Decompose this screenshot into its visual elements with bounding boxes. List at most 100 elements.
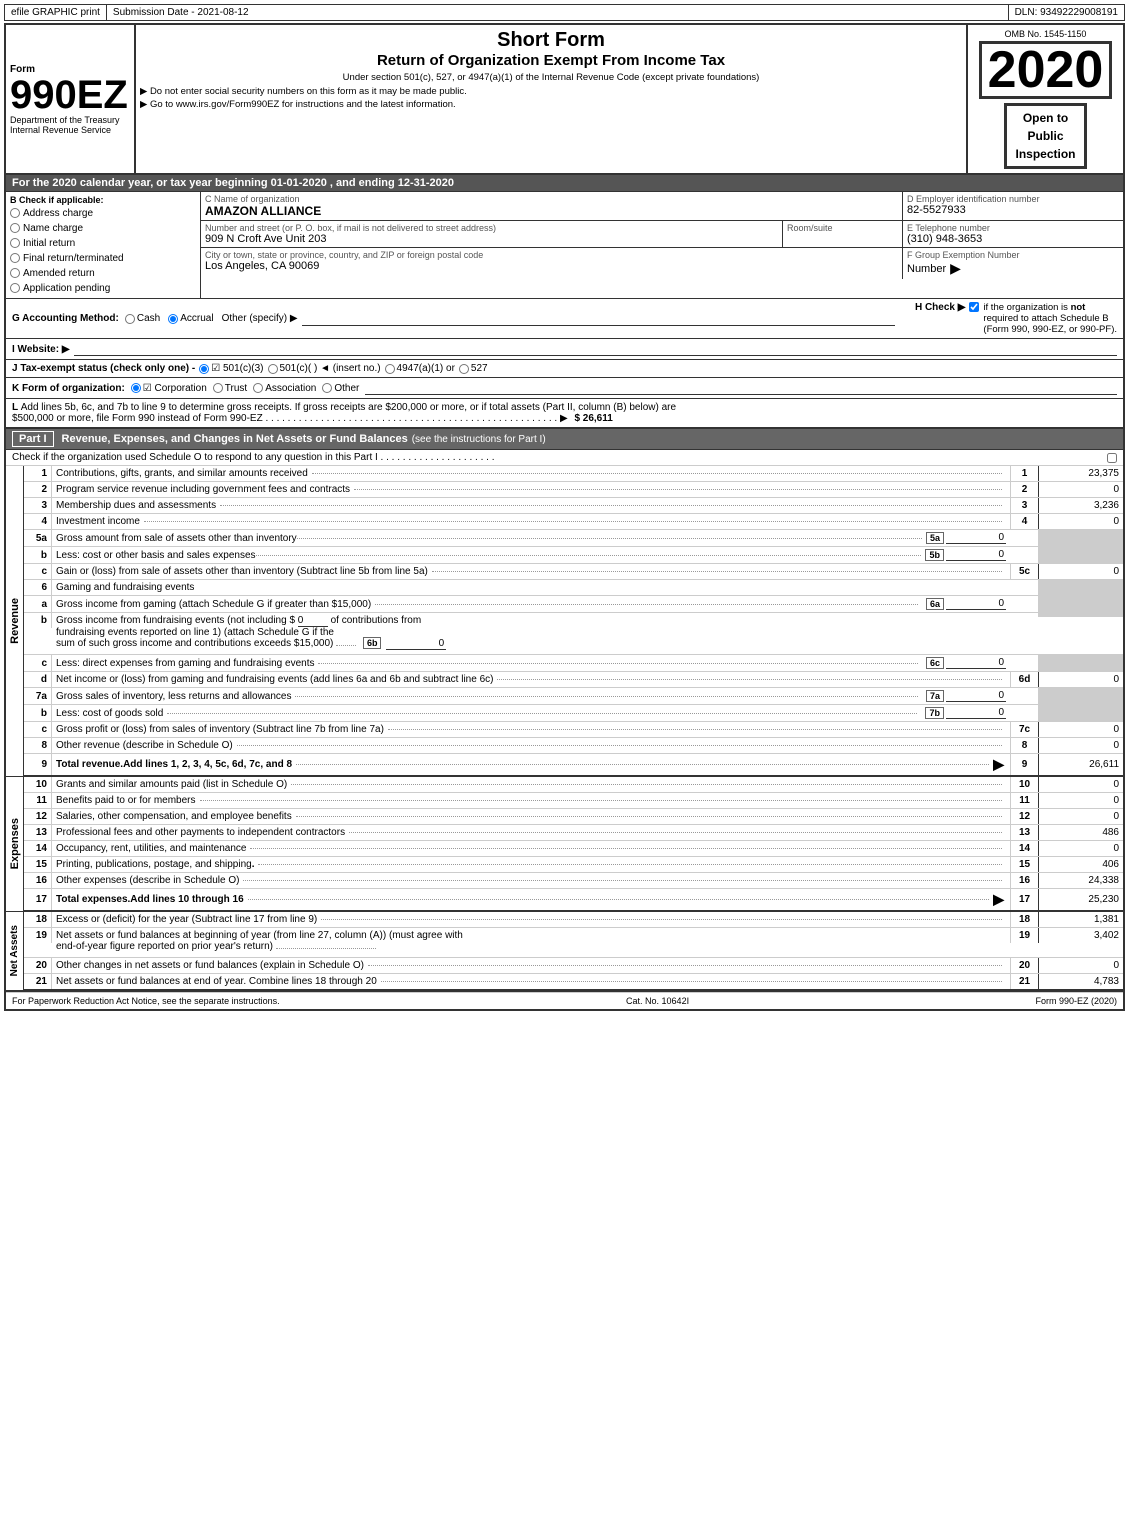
other-field[interactable] — [302, 312, 895, 326]
501c-label: 501(c)( ) ◄ (insert no.) — [280, 363, 381, 374]
line-14-desc: Occupancy, rent, utilities, and maintena… — [52, 841, 1010, 856]
initial-return-row[interactable]: Initial return — [8, 236, 198, 251]
right-header-section: OMB No. 1545-1150 2020 Open to Public In… — [968, 25, 1123, 173]
expenses-lines: 10 Grants and similar amounts paid (list… — [24, 777, 1123, 911]
line-6d: d Net income or (loss) from gaming and f… — [24, 672, 1123, 688]
4947a1-radio[interactable] — [385, 364, 395, 374]
line-11-num: 11 — [24, 793, 52, 808]
line-6c-num: c — [24, 655, 52, 671]
expenses-label: Expenses — [9, 818, 21, 869]
other-label: Other (specify) ▶ — [222, 313, 298, 324]
accrual-option[interactable]: Accrual — [168, 313, 213, 324]
initial-return-radio[interactable] — [10, 238, 20, 248]
line-6b-desc: Gross income from fundraising events (no… — [52, 613, 1010, 652]
h-check-section: H Check ▶ if the organization is notrequ… — [915, 302, 1117, 335]
assoc-option[interactable]: Association — [253, 383, 316, 394]
accrual-radio[interactable] — [168, 314, 178, 324]
line-6b: b Gross income from fundraising events (… — [24, 613, 1123, 655]
amended-return-radio[interactable] — [10, 268, 20, 278]
corp-option[interactable]: ☑ Corporation — [131, 383, 207, 394]
line-13-num: 13 — [24, 825, 52, 840]
line-10-ref: 10 — [1010, 777, 1038, 792]
website-label: I Website: ▶ — [12, 344, 70, 355]
other-org-radio[interactable] — [322, 383, 332, 393]
cash-label: Cash — [137, 313, 160, 324]
street-value: 909 N Croft Ave Unit 203 — [205, 233, 778, 245]
trust-radio[interactable] — [213, 383, 223, 393]
name-change-row[interactable]: Name charge — [8, 221, 198, 236]
other-org-option[interactable]: Other — [322, 383, 359, 394]
501c-radio[interactable] — [268, 364, 278, 374]
line-19: 19 Net assets or fund balances at beginn… — [24, 928, 1123, 958]
527-option[interactable]: 527 — [459, 363, 488, 374]
revenue-label-cell: Revenue — [6, 466, 24, 776]
line-5c-ref: 5c — [1010, 564, 1038, 579]
address-change-row[interactable]: Address charge — [8, 206, 198, 221]
city-value: Los Angeles, CA 90069 — [205, 260, 898, 272]
h-checkbox[interactable] — [969, 302, 979, 312]
527-radio[interactable] — [459, 364, 469, 374]
line-6-amt-shaded — [1038, 580, 1123, 595]
line-9: 9 Total revenue. Add lines 1, 2, 3, 4, 5… — [24, 754, 1123, 776]
line-4-ref: 4 — [1010, 514, 1038, 529]
line-5c: c Gain or (loss) from sale of assets oth… — [24, 564, 1123, 580]
name-change-radio[interactable] — [10, 223, 20, 233]
room-label: Room/suite — [787, 223, 898, 233]
application-pending-radio[interactable] — [10, 283, 20, 293]
line-20: 20 Other changes in net assets or fund b… — [24, 958, 1123, 974]
trust-option[interactable]: Trust — [213, 383, 247, 394]
501c3-radio[interactable] — [199, 364, 209, 374]
line-5a-num: 5a — [24, 530, 52, 546]
tax-year-row: For the 2020 calendar year, or tax year … — [6, 175, 1123, 192]
line-5b-amt-shaded — [1038, 547, 1123, 563]
line-18-num: 18 — [24, 912, 52, 927]
line-17-amt: 25,230 — [1038, 889, 1123, 910]
line-6: 6 Gaming and fundraising events — [24, 580, 1123, 596]
schedule-o-checkbox[interactable] — [1107, 453, 1117, 463]
accounting-method-row: G Accounting Method: Cash Accrual Other … — [6, 299, 1123, 339]
line-16: 16 Other expenses (describe in Schedule … — [24, 873, 1123, 889]
line-1: 1 Contributions, gifts, grants, and simi… — [24, 466, 1123, 482]
org-city-row: City or town, state or province, country… — [201, 248, 1123, 279]
final-return-radio[interactable] — [10, 253, 20, 263]
application-pending-row[interactable]: Application pending — [8, 281, 198, 296]
paperwork-notice: For Paperwork Reduction Act Notice, see … — [12, 996, 280, 1006]
line-12: 12 Salaries, other compensation, and emp… — [24, 809, 1123, 825]
cash-radio[interactable] — [125, 314, 135, 324]
other-org-field[interactable] — [365, 381, 1117, 395]
line-6d-ref: 6d — [1010, 672, 1038, 687]
501c-option[interactable]: 501(c)( ) ◄ (insert no.) — [268, 363, 381, 374]
line-10: 10 Grants and similar amounts paid (list… — [24, 777, 1123, 793]
line-6b-num: b — [24, 613, 52, 628]
trust-label: Trust — [225, 383, 247, 394]
amended-return-row[interactable]: Amended return — [8, 266, 198, 281]
501c3-option[interactable]: ☑ 501(c)(3) — [199, 363, 263, 374]
address-change-radio[interactable] — [10, 208, 20, 218]
line-9-desc: Total revenue. Add lines 1, 2, 3, 4, 5c,… — [52, 754, 1010, 775]
line-12-ref: 12 — [1010, 809, 1038, 824]
name-change-label: Name charge — [23, 222, 83, 235]
line-6d-num: d — [24, 672, 52, 687]
cash-option[interactable]: Cash — [125, 313, 160, 324]
line-8-desc: Other revenue (describe in Schedule O) — [52, 738, 1010, 753]
application-pending-label: Application pending — [23, 282, 110, 295]
final-return-row[interactable]: Final return/terminated — [8, 251, 198, 266]
line-11-ref: 11 — [1010, 793, 1038, 808]
line-13-desc: Professional fees and other payments to … — [52, 825, 1010, 840]
phone-cell: E Telephone number (310) 948-3653 — [903, 221, 1123, 247]
corp-radio[interactable] — [131, 383, 141, 393]
line-13-ref: 13 — [1010, 825, 1038, 840]
4947a1-option[interactable]: 4947(a)(1) or — [385, 363, 455, 374]
line-7c-ref: 7c — [1010, 722, 1038, 737]
assoc-radio[interactable] — [253, 383, 263, 393]
org-street-row: Number and street (or P. O. box, if mail… — [201, 221, 1123, 248]
website-field[interactable] — [74, 342, 1117, 356]
net-assets-label: Net Assets — [9, 925, 20, 976]
initial-return-label: Initial return — [23, 237, 75, 250]
line-10-num: 10 — [24, 777, 52, 792]
line-10-amt: 0 — [1038, 777, 1123, 792]
line-17-desc: Total expenses. Add lines 10 through 16 … — [52, 889, 1010, 910]
net-assets-lines: 18 Excess or (deficit) for the year (Sub… — [24, 912, 1123, 990]
line-16-ref: 16 — [1010, 873, 1038, 888]
line-5a-amt-shaded — [1038, 530, 1123, 546]
